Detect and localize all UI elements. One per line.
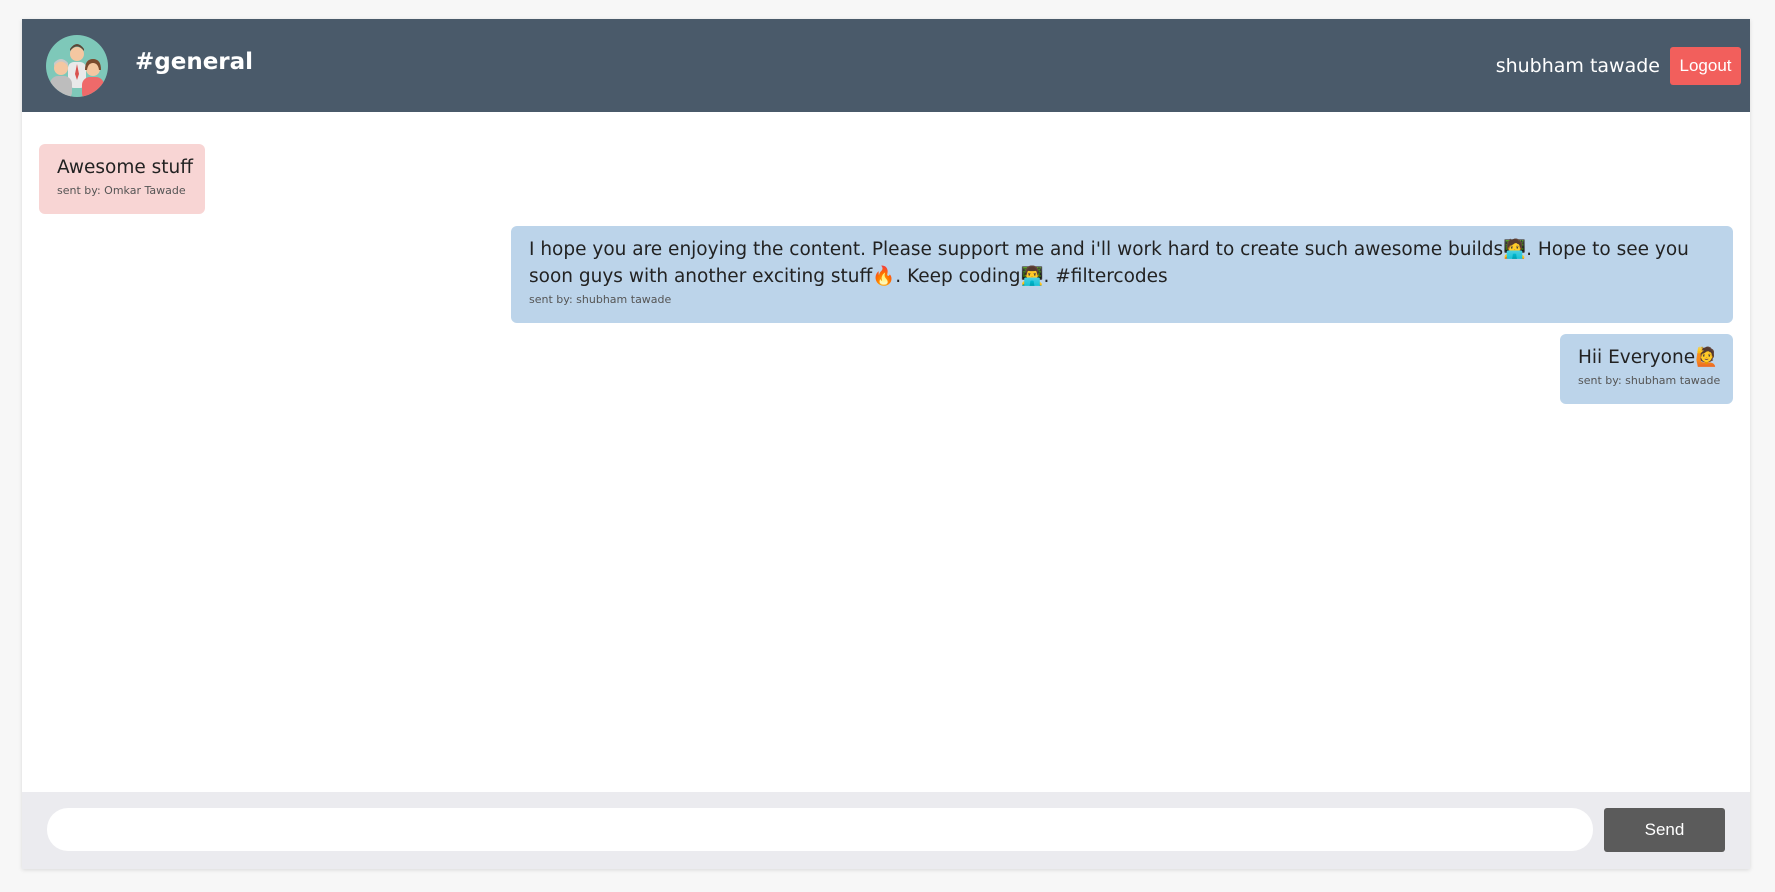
group-avatar-icon [42, 34, 112, 98]
message-text: Awesome stuff [57, 157, 194, 178]
message-text: Hii Everyone🙋 [1578, 347, 1719, 368]
chat-header: #general shubham tawade Logout [22, 19, 1750, 112]
message-sender: sent by: shubham tawade [529, 293, 672, 306]
message-list: Awesome stuff sent by: Omkar Tawade I ho… [22, 112, 1750, 792]
logout-button[interactable]: Logout [1670, 47, 1741, 85]
message-bubble: Awesome stuff sent by: Omkar Tawade [39, 144, 205, 214]
chat-app: #general shubham tawade Logout Awesome s… [22, 19, 1750, 869]
message-sender: sent by: shubham tawade [1578, 374, 1721, 387]
send-button[interactable]: Send [1604, 808, 1725, 852]
message-sender: sent by: Omkar Tawade [57, 184, 186, 197]
composer-bar: Send [22, 792, 1750, 869]
message-bubble: Hii Everyone🙋 sent by: shubham tawade [1560, 334, 1733, 404]
message-input[interactable] [47, 808, 1593, 851]
message-bubble: I hope you are enjoying the content. Ple… [511, 226, 1733, 323]
channel-title: #general [135, 49, 254, 75]
message-text: I hope you are enjoying the content. Ple… [529, 239, 1689, 287]
current-user-name: shubham tawade [1495, 55, 1660, 77]
